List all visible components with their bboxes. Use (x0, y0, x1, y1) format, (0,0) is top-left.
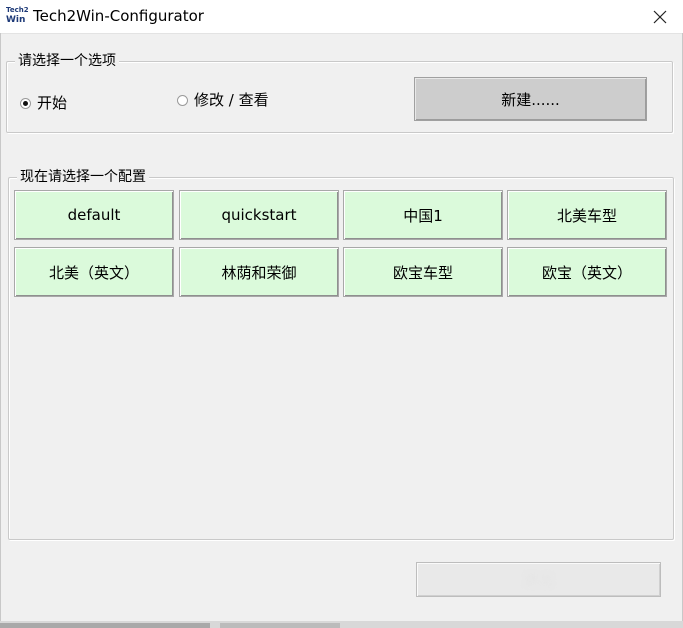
radio-modify-view[interactable]: 修改 / 查看 (177, 91, 269, 109)
radio-start[interactable]: 开始 (20, 94, 67, 112)
config-button-china1[interactable]: 中国1 (343, 190, 503, 240)
taskbar-fragment-left (0, 623, 210, 628)
close-icon (653, 10, 667, 23)
radio-modify-view-indicator[interactable] (177, 94, 188, 106)
option-group-legend: 请选择一个选项 (15, 52, 119, 70)
config-button-quickstart[interactable]: quickstart (179, 190, 339, 240)
close-button[interactable] (637, 0, 683, 33)
title-bar: Tech2 Win Tech2Win-Configurator (0, 0, 683, 34)
config-button-linyin-rongyu[interactable]: 林荫和荣御 (179, 247, 339, 297)
config-button-north-america-english[interactable]: 北美（英文） (14, 247, 174, 297)
app-logo-text-bottom: Win (6, 15, 26, 25)
taskbar-fragment-middle (220, 623, 340, 628)
config-button-opel[interactable]: 欧宝车型 (343, 247, 503, 297)
new-button[interactable]: 新建...... (414, 77, 647, 121)
window-title: Tech2Win-Configurator (33, 7, 204, 25)
radio-start-label: 开始 (37, 94, 68, 112)
radio-start-indicator[interactable] (20, 97, 31, 109)
config-button-default[interactable]: default (14, 190, 174, 240)
exit-button[interactable]: 退出 (416, 562, 661, 597)
app-logo-icon: Tech2 Win (6, 6, 29, 28)
config-button-north-america[interactable]: 北美车型 (507, 190, 667, 240)
exit-button-label: 退出 (523, 571, 554, 589)
window-border-left (0, 33, 1, 628)
radio-modify-view-label: 修改 / 查看 (194, 91, 269, 109)
app-logo-text-top: Tech2 (6, 6, 29, 14)
config-button-opel-english[interactable]: 欧宝（英文） (507, 247, 667, 297)
config-group-legend: 现在请选择一个配置 (17, 168, 149, 186)
